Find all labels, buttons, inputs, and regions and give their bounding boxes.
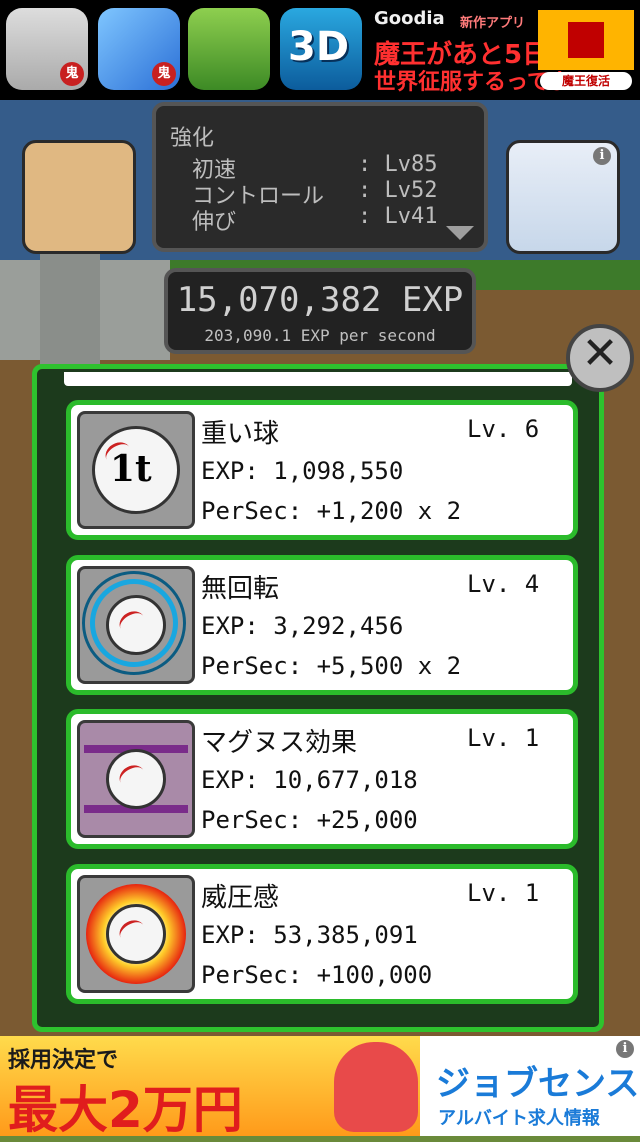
upgrade-per-sec: PerSec: +100,000	[201, 961, 433, 989]
oni-badge: 鬼	[152, 62, 176, 86]
upgrade-name: 重い球	[201, 419, 280, 449]
upgrade-name: マグヌス効果	[201, 728, 358, 758]
bottom-ad-banner[interactable]: 採用決定で 最大2万円 ジョブセンス アルバイト求人情報 i	[0, 1036, 640, 1139]
list-scroll-edge	[64, 372, 572, 386]
heavy-ball-icon: 1t	[77, 411, 195, 529]
upgrade-card-heavy-ball[interactable]: 1t 重い球 Lv. 6 EXP: 1,098,550 PerSec: +1,2…	[66, 400, 578, 540]
upgrade-exp-cost: EXP: 10,677,018	[201, 766, 418, 794]
upgrade-status-panel[interactable]: 強化 初速 : Lv85 コントロール : Lv52 伸び : Lv41	[152, 102, 488, 252]
info-icon[interactable]: i	[593, 147, 611, 165]
ad-app-icon-runner[interactable]: 鬼	[98, 8, 180, 90]
baseball-icon	[106, 749, 166, 809]
ad-brand: Goodia	[374, 8, 445, 29]
status-value: : Lv85	[358, 152, 438, 177]
upgrade-per-sec: PerSec: +25,000	[201, 806, 418, 834]
ad-new-app-label: 新作アプリ	[460, 16, 526, 31]
upgrade-card-magnus[interactable]: マグヌス効果 Lv. 1 EXP: 10,677,018 PerSec: +25…	[66, 709, 578, 849]
status-value: : Lv52	[358, 178, 438, 203]
status-value: : Lv41	[358, 204, 438, 229]
ad-app-icon-3d-maze[interactable]: 3D	[280, 8, 362, 90]
info-icon[interactable]: i	[616, 1040, 634, 1058]
intimidation-aura-icon	[77, 875, 195, 993]
upgrade-exp-cost: EXP: 53,385,091	[201, 921, 418, 949]
ad-promo-line2: 最大2万円	[8, 1081, 243, 1139]
exp-counter: 15,070,382 EXP 203,090.1 EXP per second	[164, 268, 476, 354]
no-rotation-icon	[77, 566, 195, 684]
expand-arrow-icon[interactable]	[446, 226, 474, 240]
ad-subtitle: アルバイト求人情報	[438, 1108, 600, 1129]
baseball-icon	[106, 595, 166, 655]
upgrade-card-intimidation[interactable]: 威圧感 Lv. 1 EXP: 53,385,091 PerSec: +100,0…	[66, 864, 578, 1004]
upgrade-level: Lv. 1	[467, 724, 540, 752]
close-button[interactable]: ✕	[566, 324, 634, 392]
ad-tag: 魔王復活	[540, 72, 632, 90]
ad-banner-maou[interactable]: Goodia 新作アプリ 魔王があと5日で 世界征服するってよ 魔王復活	[370, 6, 636, 95]
bear-mascot-icon	[334, 1042, 418, 1132]
magnus-effect-icon	[77, 720, 195, 838]
upgrade-per-sec: PerSec: +1,200 x 2	[201, 497, 462, 525]
upgrade-per-sec: PerSec: +5,500 x 2	[201, 652, 462, 680]
exp-total: 15,070,382 EXP	[176, 280, 464, 320]
status-header: 強化	[170, 126, 215, 151]
demon-king-icon	[538, 10, 634, 70]
oni-badge: 鬼	[60, 62, 84, 86]
ad-app-icon-cyclist[interactable]: 鬼	[6, 8, 88, 90]
upgrade-level: Lv. 4	[467, 570, 540, 598]
top-ad-bar[interactable]: 鬼 鬼 3D Goodia 新作アプリ 魔王があと5日で 世界征服するってよ 魔…	[0, 0, 640, 100]
upgrade-exp-cost: EXP: 1,098,550	[201, 457, 404, 485]
upgrade-name: 無回転	[201, 574, 280, 604]
upgrade-name: 威圧感	[201, 883, 280, 913]
upgrade-exp-cost: EXP: 3,292,456	[201, 612, 404, 640]
ad-brand-logo: ジョブセンス	[436, 1064, 640, 1104]
weight-label: 1t	[110, 448, 152, 490]
baseball-icon	[106, 904, 166, 964]
upgrade-level: Lv. 6	[467, 415, 540, 443]
upgrade-level: Lv. 1	[467, 879, 540, 907]
ad-alpaca-icon[interactable]: i	[506, 140, 620, 254]
upgrade-card-knuckleball[interactable]: 無回転 Lv. 4 EXP: 3,292,456 PerSec: +5,500 …	[66, 555, 578, 695]
ad-promo-area: 採用決定で 最大2万円	[0, 1036, 420, 1139]
ad-3d-label: 3D	[288, 24, 350, 70]
exp-rate: 203,090.1 EXP per second	[204, 326, 436, 345]
background-tower	[40, 248, 100, 368]
player-avatar[interactable]	[22, 140, 136, 254]
status-label: 伸び	[192, 210, 237, 235]
ad-app-icon-baseball[interactable]	[188, 8, 270, 90]
